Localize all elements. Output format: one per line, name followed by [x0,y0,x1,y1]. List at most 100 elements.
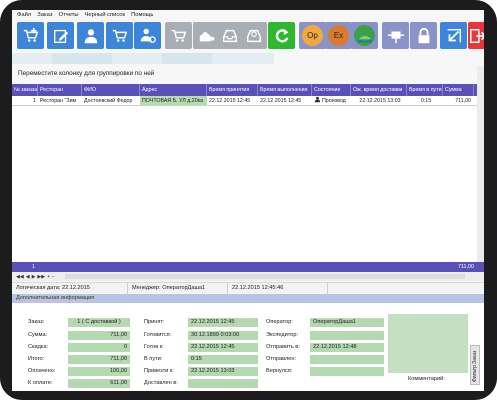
orders-grid: № заказа Ресторан ФИО Адрес Время принят… [12,84,484,106]
add-record-icon[interactable]: + [47,274,50,280]
col-expected-delivery[interactable]: Ож. время доставки [351,84,407,96]
sent-field [310,355,384,364]
ex-label: Ex [333,31,344,40]
col-address[interactable]: Адрес [140,84,207,96]
toolbar: Op Ex [12,20,484,50]
inbox-clock-button[interactable] [240,22,267,49]
details-title: Дополнительная информация [12,294,484,303]
table-row[interactable]: 1 Ресторан "Зим Достоевский Федор ПОЧТОВ… [12,96,484,106]
menu-help[interactable]: Помощь [131,12,153,18]
grid-navigator[interactable]: ◀◀ ◀ ▶ ▶▶ + − [12,272,484,281]
user-icon [84,28,97,43]
grid-footer: 1 711,00 [12,262,484,272]
refresh-icon [275,28,288,42]
courier-cart-icon [140,28,156,43]
to-pay-field: 611,00 [68,379,130,388]
col-order-num[interactable]: № заказа [12,84,38,96]
logout-button[interactable] [468,22,484,49]
sum-label: Сумма: [28,332,48,338]
network-icon [387,31,404,43]
vertical-scrollbar[interactable] [477,66,484,266]
col-accepted-time[interactable]: Время принятия [207,84,258,96]
network-button[interactable] [382,22,409,49]
returned-field [310,367,384,376]
map-icon [354,25,375,46]
col-sum[interactable]: Сумма [443,84,474,96]
current-manager: Менеджер: ОператорДаша1 [128,283,228,294]
expeditor-field [310,331,384,340]
col-transit-time[interactable]: Время в пути [407,84,443,96]
menu-blacklist[interactable]: Черный список [85,12,126,18]
discount-field: 0 [68,343,130,352]
inbox-icon [222,29,237,42]
paid-label: Оплачено: [28,368,56,374]
cell-expected: 22.12.2015 13:03 [359,98,401,104]
status-bar: Логическая дата: 22.12.2015 Менеджер: Оп… [12,282,484,294]
filter-strip[interactable] [12,53,274,64]
accepted-label: Принят: [144,319,165,325]
next-page-icon[interactable]: ▶ [32,274,36,280]
prev-page-icon[interactable]: ◀ [26,274,30,280]
ex-button[interactable]: Ex [325,22,352,49]
cart-button[interactable] [106,22,133,49]
courier-button[interactable] [134,22,161,49]
grid-header: № заказа Ресторан ФИО Адрес Время принят… [12,84,484,96]
ready-at-field: 22.12.2015 12:45 [188,343,258,352]
edit-order-button[interactable] [47,22,74,49]
lock-icon [418,27,429,43]
bring-by-label: Привезти к: [144,368,174,374]
op-label: Op [307,31,318,40]
side-tab[interactable]: Фильтр Заказ [470,345,480,385]
menu-file[interactable]: Файл [17,12,31,18]
op-icon: Op [302,25,323,46]
menu-bar: Файл Заказ Отчеты Черный список Помощь [12,10,484,20]
exit-arrow-button[interactable] [440,22,467,49]
grid-empty-area [12,106,484,262]
in-transit-field: 0:15 [188,355,258,364]
cell-num: 1 [33,98,36,104]
lock-button[interactable] [410,22,437,49]
new-order-button[interactable] [17,22,44,49]
inbox-button[interactable] [216,22,243,49]
home-truck-icon [199,31,214,41]
total-field: 711,00 [68,355,130,364]
first-page-icon[interactable]: ◀◀ [16,274,24,280]
horizontal-scrollbar[interactable] [64,274,465,279]
refresh-button[interactable] [268,22,295,49]
cell-transit: 0:15 [420,98,432,104]
send-at-field: 22.12.2015 12:48 [310,343,384,352]
bring-by-field: 22.12.2015 13:03 [188,367,258,376]
cell-done: 22.12.2015 12:45 [260,98,302,104]
current-datetime: 22.12.2015 12:45:46 [228,283,328,294]
expeditor-label: Экспедитор: [266,332,299,338]
filter-segment [52,53,112,64]
ready-at-label: Готов к: [144,344,164,350]
app-window: Файл Заказ Отчеты Черный список Помощь O… [12,10,484,391]
last-page-icon[interactable]: ▶▶ [37,274,45,280]
side-tab-label: Фильтр Заказ [472,350,478,382]
map-button[interactable] [351,22,378,49]
status-user-icon [312,96,320,106]
menu-order[interactable]: Заказ [37,12,52,18]
cooking-field: 30.12.1899 0:03:00 [188,331,258,340]
col-restaurant[interactable]: Ресторан [38,84,82,96]
new-order-icon [23,27,38,42]
total-label: Итого: [28,356,45,362]
cooking-label: Готовится: [144,332,172,338]
cart-disabled-button[interactable] [165,22,192,49]
delete-record-icon[interactable]: − [52,274,55,280]
in-transit-label: В пути: [144,356,163,362]
client-button[interactable] [77,22,104,49]
details-panel: Заказ: 1 ( С доставкой ) Сумма: 711,00 С… [12,303,484,391]
logical-date: Логическая дата: 22.12.2015 [12,283,128,294]
footer-sum: 711,00 [458,264,474,270]
paid-field: 100,00 [68,367,130,376]
cart-icon [112,29,127,42]
op-button[interactable]: Op [299,22,326,49]
ex-icon: Ex [328,25,349,46]
col-status[interactable]: Состояние [312,84,351,96]
logout-icon [470,28,484,43]
menu-reports[interactable]: Отчеты [58,12,78,18]
col-fio[interactable]: ФИО [82,84,140,96]
col-done-time[interactable]: Время выполнения [258,84,312,96]
